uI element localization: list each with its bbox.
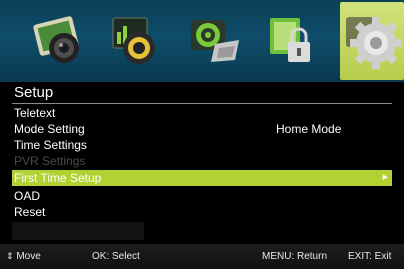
exit-hint: EXIT: Exit	[348, 251, 392, 262]
menu-item-label: Teletext	[14, 106, 56, 120]
picture-icon[interactable]	[30, 10, 90, 70]
menu-item-reset[interactable]: Reset	[12, 204, 392, 220]
menu-item-mode-setting[interactable]: Mode Setting Home Mode	[12, 121, 392, 137]
menu-item-teletext[interactable]: Teletext	[12, 105, 392, 121]
menu-item-label: PVR Settings	[14, 154, 86, 168]
menu-item-pvr-settings: PVR Settings	[12, 153, 392, 169]
menu-item-label: OAD	[14, 189, 41, 203]
faded-placeholder	[12, 222, 144, 240]
move-hint: ⇕ Move	[6, 251, 41, 262]
menu-title: Setup	[14, 84, 54, 101]
channel-icon[interactable]	[185, 10, 245, 70]
menu-item-time-settings[interactable]: Time Settings	[12, 137, 392, 153]
up-down-arrows-icon: ⇕	[6, 251, 14, 261]
mode-setting-value: Home Mode	[276, 122, 342, 136]
sound-icon[interactable]	[105, 10, 165, 70]
title-divider	[12, 103, 392, 104]
menu-item-first-time-setup[interactable]: First Time Setup ▶	[12, 170, 392, 186]
menu-item-label: Mode Setting	[14, 122, 85, 136]
menu-item-oad[interactable]: OAD	[12, 188, 392, 204]
main-menu-icon-bar	[0, 0, 404, 82]
menu-item-label: Time Settings	[14, 138, 87, 152]
menu-item-label: Reset	[14, 205, 46, 219]
setup-menu: Setup Teletext Mode Setting Home Mode Ti…	[0, 82, 404, 244]
menu-return-hint: MENU: Return	[262, 251, 328, 262]
menu-item-label: First Time Setup	[14, 171, 102, 185]
submenu-arrow-icon: ▶	[382, 174, 388, 181]
ok-select-hint: OK: Select	[92, 251, 140, 262]
help-bar: ⇕ Move OK: Select MENU: Return EXIT: Exi…	[0, 244, 404, 269]
lock-icon[interactable]	[262, 10, 322, 70]
setup-gear-icon[interactable]	[336, 3, 404, 75]
